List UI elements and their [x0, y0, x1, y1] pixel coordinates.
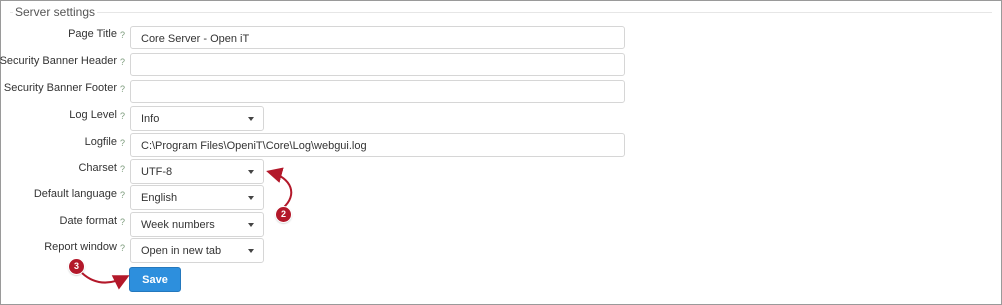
- log-level-label: Log Level: [69, 109, 117, 121]
- date-format-select[interactable]: Week numbers: [130, 212, 264, 237]
- charset-select[interactable]: UTF-8: [130, 159, 264, 184]
- security-banner-header-input[interactable]: [130, 53, 625, 76]
- help-icon[interactable]: ?: [120, 164, 125, 174]
- caret-down-icon: [248, 170, 254, 174]
- default-language-value: English: [141, 192, 178, 204]
- logfile-input[interactable]: C:\Program Files\OpeniT\Core\Log\webgui.…: [130, 133, 625, 157]
- page-title-input[interactable]: Core Server - Open iT: [130, 26, 625, 49]
- caret-down-icon: [248, 117, 254, 121]
- security-banner-footer-label: Security Banner Footer: [3, 82, 117, 94]
- caret-down-icon: [248, 196, 254, 200]
- log-level-select[interactable]: Info: [130, 106, 264, 131]
- security-banner-header-label: Security Banner Header: [0, 55, 117, 67]
- log-level-value: Info: [141, 113, 160, 125]
- help-icon[interactable]: ?: [120, 84, 125, 94]
- date-format-label: Date format: [59, 215, 117, 227]
- help-icon[interactable]: ?: [120, 111, 125, 121]
- charset-label: Charset: [78, 162, 117, 174]
- section-divider: [10, 12, 992, 13]
- section-title: Server settings: [13, 5, 98, 19]
- help-icon[interactable]: ?: [120, 30, 125, 40]
- save-button[interactable]: Save: [129, 267, 181, 292]
- logfile-label: Logfile: [84, 136, 117, 148]
- default-language-select[interactable]: English: [130, 185, 264, 210]
- callout-badge-charset: 2: [276, 207, 291, 222]
- report-window-select[interactable]: Open in new tab: [130, 238, 264, 263]
- report-window-label: Report window: [44, 241, 117, 253]
- help-icon[interactable]: ?: [120, 243, 125, 253]
- date-format-value: Week numbers: [141, 219, 215, 231]
- default-language-label: Default language: [33, 188, 117, 200]
- caret-down-icon: [248, 249, 254, 253]
- security-banner-footer-input[interactable]: [130, 80, 625, 103]
- help-icon[interactable]: ?: [120, 190, 125, 200]
- help-icon[interactable]: ?: [120, 217, 125, 227]
- report-window-value: Open in new tab: [141, 245, 222, 257]
- page-title-label: Page Title: [68, 28, 117, 40]
- callout-badge-save: 3: [69, 259, 84, 274]
- charset-value: UTF-8: [141, 166, 173, 178]
- help-icon[interactable]: ?: [120, 138, 125, 148]
- caret-down-icon: [248, 223, 254, 227]
- help-icon[interactable]: ?: [120, 57, 125, 67]
